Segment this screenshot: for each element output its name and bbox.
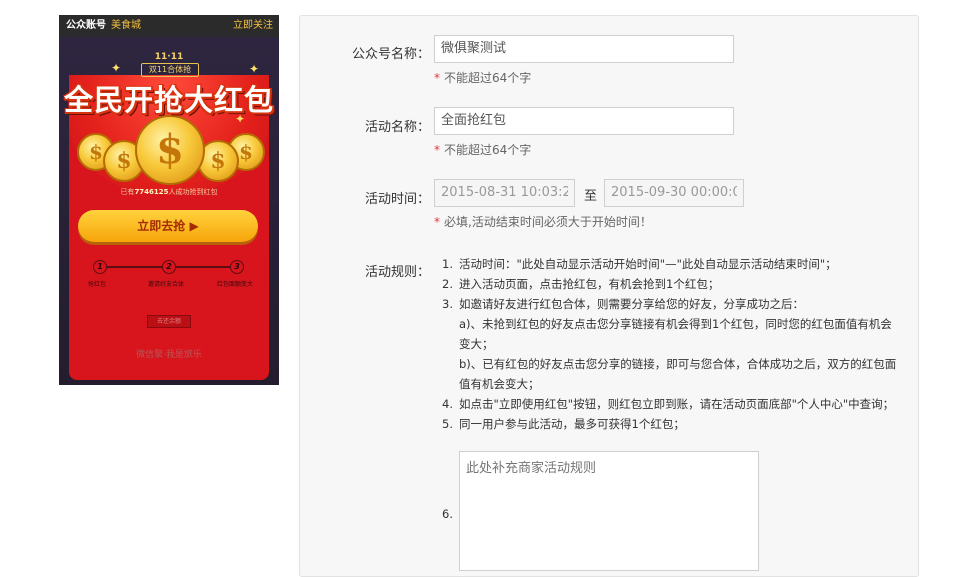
step-2-label: 邀请好友合体 — [148, 281, 185, 288]
required-mark: * — [434, 71, 440, 85]
account-name-input[interactable] — [434, 35, 734, 63]
grab-now-button[interactable]: 立即去抢 ▶ — [78, 210, 258, 242]
rule-item: 2. 进入活动页面，点击抢红包，有机会抢到1个红包； — [442, 277, 720, 291]
preview-top-bar: 公众账号 美食城 立即关注 — [59, 15, 279, 37]
step-3-badge: 3 — [230, 260, 244, 274]
step-3-label: 红包面额变大 — [217, 281, 254, 288]
end-time-input[interactable] — [604, 179, 744, 207]
promo-title: 全民开抢大红包 — [63, 83, 274, 117]
required-mark: * — [434, 215, 440, 229]
preview-account-name: 美食城 — [111, 20, 141, 31]
activity-rules-label: 活动规则： — [364, 265, 430, 280]
rule-6-number: 6. — [442, 507, 453, 521]
rule-item: 5. 同一用户参与此活动，最多可获得1个红包； — [442, 417, 685, 431]
step-1-label: 抢红包 — [88, 281, 107, 288]
start-time-input[interactable] — [434, 179, 575, 207]
rule-item: 1. 活动时间："此处自动显示活动开始时间"—"此处自动显示活动结束时间"； — [442, 257, 837, 271]
activity-rules-list: 1. 活动时间："此处自动显示活动开始时间"—"此处自动显示活动结束时间"； 2… — [442, 254, 902, 434]
rule-sub-item-a: a)、未抢到红包的好友点击您分享链接有机会得到1个红包，同时您的红包面值有机会变… — [459, 317, 892, 351]
big-coin-icon: $ — [135, 115, 205, 185]
rule-sub-item-b: b)、已有红包的好友点击您分享的链接，即可与您合体，合体成功之后，双方的红包面值… — [459, 357, 897, 391]
activity-time-hint: * 必填,活动结束时间必须大于开始时间！ — [434, 215, 652, 229]
rule-item: 3. 如邀请好友进行红包合体，则需要分享给您的好友，分享成功之后： — [442, 297, 804, 311]
account-name-label: 公众号名称： — [351, 47, 430, 62]
preview-secondary-button[interactable]: 去还余额 — [147, 315, 191, 328]
required-mark: * — [434, 143, 440, 157]
sparkle-icon: ✦ — [249, 62, 260, 76]
participant-count: 已有7746125人成功抢到红包 — [120, 188, 218, 196]
activity-name-hint: * 不能超过64个字 — [434, 143, 532, 157]
step-2-badge: 2 — [162, 260, 176, 274]
rule-item: 4. 如点击"立即使用红包"按钮，则红包立即到账，请在活动页面底部"个人中心"中… — [442, 397, 895, 411]
promo-tag: 11·11 — [154, 52, 184, 62]
activity-name-input[interactable] — [434, 107, 734, 135]
step-1-badge: 1 — [93, 260, 107, 274]
promo-subtitle: 双11合体抢 — [141, 63, 199, 77]
time-range-separator: 至 — [584, 189, 598, 204]
preview-brand: 微信聚·我是旅乐 — [136, 350, 202, 360]
activity-time-label: 活动时间： — [364, 192, 430, 207]
custom-rules-textarea[interactable] — [459, 451, 759, 571]
phone-preview: 公众账号 美食城 立即关注 $ $ $ $ $ ✦ ✦ ✦ 11·11 双11合… — [59, 15, 279, 385]
preview-follow-link[interactable]: 立即关注 — [233, 15, 273, 37]
participant-count-value: 7746125 — [134, 188, 169, 196]
preview-account-label: 公众账号 — [66, 20, 106, 31]
activity-name-label: 活动名称： — [364, 120, 430, 135]
sparkle-icon: ✦ — [111, 61, 122, 75]
account-name-hint: * 不能超过64个字 — [434, 71, 532, 85]
